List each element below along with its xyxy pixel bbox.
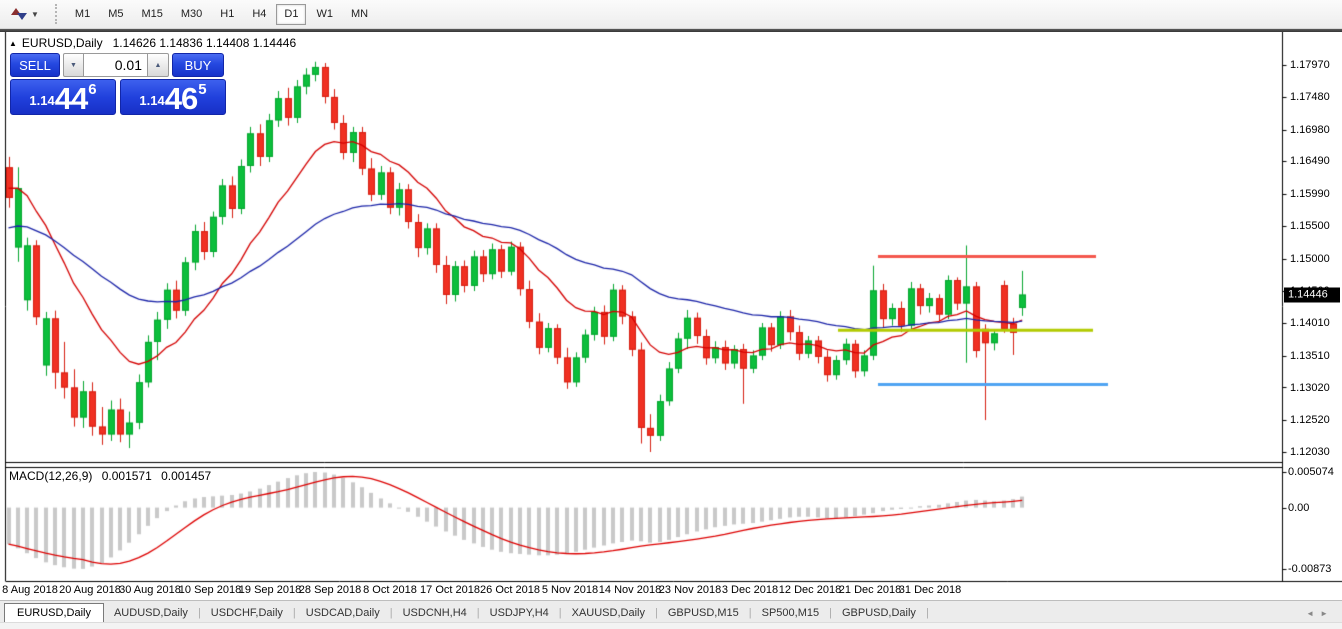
price-tick-label: 1.12520 <box>1290 414 1330 426</box>
date-tick-label: 20 Aug 2018 <box>59 584 121 596</box>
timeframe-button-m15[interactable]: M15 <box>133 4 170 25</box>
chart-ohlc-values: 1.14626 1.14836 1.14408 1.14446 <box>113 36 297 50</box>
timeframe-button-m30[interactable]: M30 <box>173 4 210 25</box>
price-tick-label: 1.13510 <box>1290 350 1330 362</box>
date-tick-label: 26 Oct 2018 <box>480 584 540 596</box>
timeframe-button-h4[interactable]: H4 <box>244 4 274 25</box>
price-tick-label: 1.16490 <box>1290 155 1330 167</box>
date-tick-label: 14 Nov 2018 <box>599 584 661 596</box>
buy-price-prefix: 1.14 <box>139 93 164 108</box>
chart-tab-gbpusd-daily[interactable]: GBPUSD,Daily <box>832 604 926 622</box>
dropdown-caret-icon[interactable]: ▼ <box>31 10 39 19</box>
price-tick-label: 1.15500 <box>1290 220 1330 232</box>
date-tick-label: 21 Dec 2018 <box>839 584 901 596</box>
price-tick-label: 1.13020 <box>1290 382 1330 394</box>
chart-tab-eurusd-daily[interactable]: EURUSD,Daily <box>4 603 104 622</box>
price-tick-label: 1.15990 <box>1290 188 1330 200</box>
tab-separator: | <box>926 607 929 622</box>
price-tick-label: 1.16980 <box>1290 124 1330 136</box>
date-tick-label: 28 Sep 2018 <box>299 584 361 596</box>
chart-tab-usdcad-daily[interactable]: USDCAD,Daily <box>296 604 390 622</box>
macd-tick-label: 0.00 <box>1288 502 1309 514</box>
price-tick-label: 1.17970 <box>1290 59 1330 71</box>
date-tick-label: 5 Nov 2018 <box>542 584 598 596</box>
status-strip <box>0 622 1342 629</box>
price-tick-label: 1.15000 <box>1290 253 1330 265</box>
buy-price-tile[interactable]: 1.14 46 5 <box>120 79 226 115</box>
sell-price-prefix: 1.14 <box>29 93 54 108</box>
chart-window: ▲ EURUSD,Daily 1.14626 1.14836 1.14408 1… <box>0 32 1342 600</box>
chart-title: ▲ EURUSD,Daily 1.14626 1.14836 1.14408 1… <box>9 36 296 50</box>
chart-tab-audusd-daily[interactable]: AUDUSD,Daily <box>104 604 198 622</box>
timeframe-button-d1[interactable]: D1 <box>276 4 306 25</box>
main-toolbar: ▼ M1M5M15M30H1H4D1W1MN <box>0 0 1342 29</box>
volume-increase-button[interactable]: ▲ <box>148 53 169 77</box>
macd-tick-label: -0.00873 <box>1288 563 1331 575</box>
buy-price-pip: 5 <box>198 81 206 98</box>
date-tick-label: 31 Dec 2018 <box>899 584 961 596</box>
date-tick-label: 17 Oct 2018 <box>420 584 480 596</box>
date-tick-label: 19 Sep 2018 <box>239 584 301 596</box>
date-tick-label: 3 Dec 2018 <box>722 584 778 596</box>
timeframe-button-h1[interactable]: H1 <box>212 4 242 25</box>
date-tick-label: 30 Aug 2018 <box>119 584 181 596</box>
sell-price-main: 44 <box>55 86 87 112</box>
macd-tick-label: 0.005074 <box>1288 466 1334 478</box>
one-click-trade-panel: SELL ▼ ▲ BUY 1.14 44 6 1.14 46 5 <box>10 53 226 115</box>
price-tick-label: 1.17480 <box>1290 91 1330 103</box>
chart-tab-usdjpy-h4[interactable]: USDJPY,H4 <box>480 604 559 622</box>
macd-value: 0.001571 <box>102 469 152 483</box>
chart-tab-xauusd-daily[interactable]: XAUUSD,Daily <box>562 604 655 622</box>
sell-price-tile[interactable]: 1.14 44 6 <box>10 79 116 115</box>
chart-tab-gbpusd-m15[interactable]: GBPUSD,M15 <box>658 604 749 622</box>
price-tick-label: 1.12030 <box>1290 446 1330 458</box>
chart-tab-usdchf-daily[interactable]: USDCHF,Daily <box>201 604 293 622</box>
timeframe-button-mn[interactable]: MN <box>343 4 376 25</box>
timeframe-button-m5[interactable]: M5 <box>100 4 131 25</box>
price-chart-canvas[interactable] <box>0 32 1342 600</box>
macd-indicator-label: MACD(12,26,9) 0.001571 0.001457 <box>9 469 211 483</box>
chart-symbol-label: EURUSD,Daily <box>22 36 103 50</box>
sell-button[interactable]: SELL <box>10 53 60 77</box>
toolbar-separator <box>55 4 61 24</box>
price-tick-label: 1.14010 <box>1290 317 1330 329</box>
tab-scroll-left-icon[interactable]: ◄ <box>1306 609 1320 618</box>
buy-price-main: 46 <box>165 86 197 112</box>
symbol-expander-icon[interactable]: ▲ <box>9 39 17 48</box>
chart-tab-bar: EURUSD,DailyAUDUSD,Daily|USDCHF,Daily|US… <box>0 600 1342 622</box>
date-tick-label: 8 Aug 2018 <box>2 584 58 596</box>
volume-decrease-button[interactable]: ▼ <box>63 53 84 77</box>
volume-input[interactable] <box>84 53 148 77</box>
timeframe-button-m1[interactable]: M1 <box>67 4 98 25</box>
chart-tab-sp500-m15[interactable]: SP500,M15 <box>752 604 829 622</box>
current-price-badge: 1.14446 <box>1284 287 1340 302</box>
timeframe-button-w1[interactable]: W1 <box>308 4 341 25</box>
date-tick-label: 8 Oct 2018 <box>363 584 417 596</box>
date-tick-label: 12 Dec 2018 <box>779 584 841 596</box>
date-tick-label: 23 Nov 2018 <box>659 584 721 596</box>
sell-price-pip: 6 <box>88 81 96 98</box>
macd-signal-value: 0.001457 <box>161 469 211 483</box>
double-arrow-icon <box>10 6 28 22</box>
buy-button[interactable]: BUY <box>172 53 224 77</box>
chart-tab-usdcnh-h4[interactable]: USDCNH,H4 <box>393 604 477 622</box>
date-tick-label: 10 Sep 2018 <box>179 584 241 596</box>
tab-scroll-arrows[interactable]: ◄► <box>1306 609 1334 618</box>
tab-scroll-right-icon[interactable]: ► <box>1320 609 1334 618</box>
chart-tool-button[interactable]: ▼ <box>6 4 49 24</box>
